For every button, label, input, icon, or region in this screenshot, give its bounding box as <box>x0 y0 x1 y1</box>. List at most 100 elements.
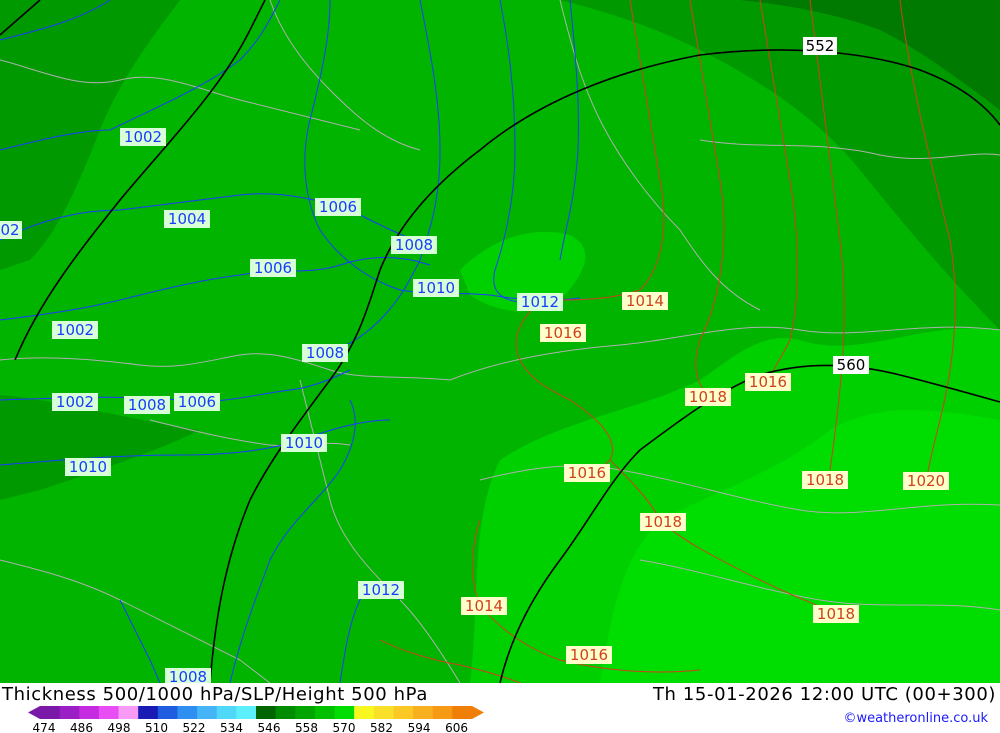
legend-swatch <box>216 706 237 719</box>
isobar-label: 1006 <box>250 259 296 277</box>
svg-text:1016: 1016 <box>568 464 606 482</box>
svg-text:1018: 1018 <box>689 388 727 406</box>
isobar-label: 1018 <box>640 513 686 531</box>
svg-text:1018: 1018 <box>644 513 682 531</box>
svg-text:1014: 1014 <box>626 292 664 310</box>
isobar-label: 1016 <box>745 373 791 391</box>
svg-text:1016: 1016 <box>570 646 608 664</box>
isobar-label: 1002 <box>52 393 98 411</box>
svg-text:1008: 1008 <box>306 344 344 362</box>
svg-text:1002: 1002 <box>56 321 94 339</box>
legend-swatch <box>138 706 159 719</box>
isobar-label: 1014 <box>461 597 507 615</box>
legend-tick-label: 534 <box>220 721 243 733</box>
svg-text:1008: 1008 <box>395 236 433 254</box>
legend-swatches <box>28 706 484 719</box>
svg-text:1006: 1006 <box>254 259 292 277</box>
legend-arrow-right <box>472 706 484 719</box>
legend-ticks: 474 486 498 510 522 534 546 558 570 582 594 606 <box>33 721 469 733</box>
legend-arrow-left <box>28 706 40 719</box>
svg-text:1018: 1018 <box>806 471 844 489</box>
isobar-label: 1012 <box>358 581 404 599</box>
svg-text:1018: 1018 <box>817 605 855 623</box>
svg-text:1004: 1004 <box>168 210 206 228</box>
svg-text:1010: 1010 <box>417 279 455 297</box>
legend-swatch <box>314 706 336 719</box>
isobar-label: 1012 <box>517 293 563 311</box>
isobar-label: 1016 <box>540 324 586 342</box>
isobar-label: 1018 <box>813 605 859 623</box>
svg-text:1002: 1002 <box>56 393 94 411</box>
svg-text:1016: 1016 <box>749 373 787 391</box>
isobar-label: 1002 <box>52 321 98 339</box>
legend-tick-label: 522 <box>183 721 206 733</box>
legend-swatch <box>40 706 61 719</box>
legend-tick-label: 510 <box>145 721 168 733</box>
legend-swatch <box>452 706 473 719</box>
isobar-label: 1006 <box>315 198 361 216</box>
legend-swatch <box>413 706 434 719</box>
legend-swatch <box>79 706 100 719</box>
isobar-label: 1016 <box>566 646 612 664</box>
legend-swatch <box>59 706 80 719</box>
isobar-label: 1008 <box>391 236 437 254</box>
legend-swatch <box>393 706 414 719</box>
svg-text:552: 552 <box>806 37 835 55</box>
legend-tick-label: 474 <box>33 721 56 733</box>
legend-swatch <box>275 706 296 719</box>
height-label-552: 552 <box>803 37 837 55</box>
legend-tick-label: 594 <box>408 721 431 733</box>
legend-swatch <box>177 706 198 719</box>
isobar-label: 1018 <box>802 471 848 489</box>
isobar-label: 1008 <box>302 344 348 362</box>
isobar-label: 1010 <box>413 279 459 297</box>
isobar-label: 1010 <box>281 434 327 452</box>
legend-swatch <box>157 706 178 719</box>
svg-text:1014: 1014 <box>465 597 503 615</box>
svg-text:1006: 1006 <box>178 393 216 411</box>
legend-swatch <box>432 706 453 719</box>
legend-tick-label: 558 <box>295 721 318 733</box>
svg-text:1012: 1012 <box>521 293 559 311</box>
height-label-560: 560 <box>833 356 869 374</box>
isobar-label: 1010 <box>65 458 111 476</box>
svg-text:1010: 1010 <box>69 458 107 476</box>
color-legend: 474 486 498 510 522 534 546 558 570 582 594 606 <box>28 706 484 733</box>
legend-tick-label: 570 <box>333 721 356 733</box>
isobar-label: 1008 <box>124 396 170 414</box>
legend-tick-label: 498 <box>108 721 131 733</box>
legend-tick-label: 546 <box>258 721 281 733</box>
svg-text:1016: 1016 <box>544 324 582 342</box>
isobar-label: 02 <box>0 221 22 239</box>
legend-swatch <box>197 706 218 719</box>
isobar-label: 1004 <box>164 210 210 228</box>
svg-text:1008: 1008 <box>128 396 166 414</box>
weather-map: 552 560 1002 02 1004 1006 1006 1008 1002… <box>0 0 1000 683</box>
map-title: Thickness 500/1000 hPa/SLP/Height 500 hP… <box>2 684 428 705</box>
legend-swatch <box>118 706 139 719</box>
svg-text:1008: 1008 <box>169 668 207 683</box>
legend-tick-label: 486 <box>70 721 93 733</box>
isobar-label: 1002 <box>120 128 166 146</box>
svg-text:02: 02 <box>0 221 19 239</box>
isobar-label: 1008 <box>165 668 211 683</box>
legend-swatch <box>256 706 277 719</box>
legend-swatch <box>334 706 355 719</box>
credit-link[interactable]: ©weatheronline.co.uk <box>843 711 988 726</box>
legend-swatch <box>373 706 394 719</box>
svg-text:1002: 1002 <box>124 128 162 146</box>
svg-text:560: 560 <box>837 356 866 374</box>
legend-tick-label: 606 <box>445 721 468 733</box>
isobar-label: 1018 <box>685 388 731 406</box>
legend-swatch <box>354 706 375 719</box>
legend-swatch <box>236 706 257 719</box>
forecast-datetime: Th 15-01-2026 12:00 UTC (00+300) <box>652 684 996 705</box>
svg-text:1006: 1006 <box>319 198 357 216</box>
isobar-label: 1020 <box>903 472 949 490</box>
legend-tick-label: 582 <box>370 721 393 733</box>
svg-text:1012: 1012 <box>362 581 400 599</box>
legend-swatch <box>295 706 316 719</box>
svg-text:1010: 1010 <box>285 434 323 452</box>
isobar-label: 1016 <box>564 464 610 482</box>
isobar-label: 1006 <box>174 393 220 411</box>
